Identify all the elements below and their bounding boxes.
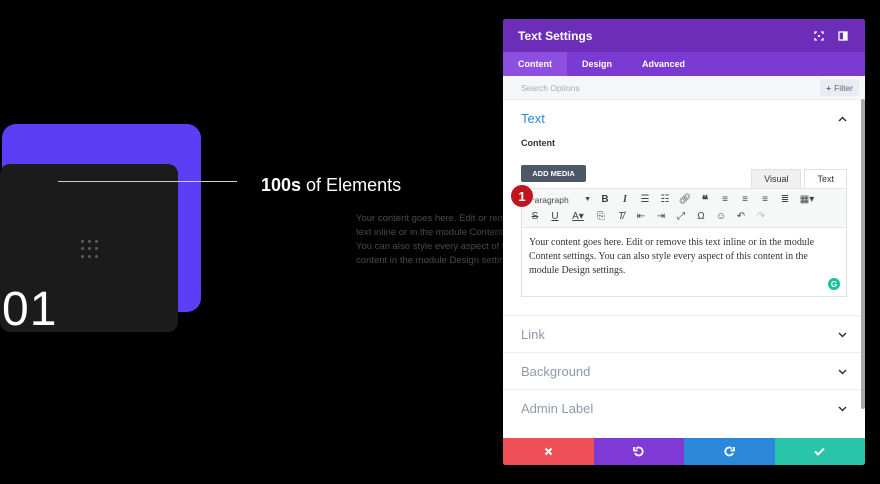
emoji-icon[interactable]: ☺ [712, 209, 730, 225]
tab-design[interactable]: Design [567, 52, 627, 76]
heading-rest: of Elements [301, 175, 402, 195]
chevron-down-icon[interactable] [838, 399, 847, 417]
paste-text-icon[interactable]: ⎘ [592, 209, 610, 225]
special-char-icon[interactable]: Ω [692, 209, 710, 225]
redo-icon [724, 446, 735, 457]
expand-icon[interactable] [812, 29, 826, 43]
redo-icon[interactable]: ↷ [752, 209, 770, 225]
grammarly-icon[interactable]: G [828, 278, 840, 290]
filter-label: Filter [834, 82, 853, 93]
body-line: Your content goes here. Edit or remove [356, 213, 506, 224]
plus-icon: + [826, 82, 832, 93]
add-media-button[interactable]: ADD MEDIA [521, 165, 586, 182]
caret-down-icon: ▼ [584, 196, 591, 203]
panel-scrollbar[interactable] [861, 99, 865, 409]
check-icon [814, 447, 825, 456]
text-section-title: Text [521, 110, 545, 126]
tab-content[interactable]: Content [503, 52, 567, 76]
bold-icon[interactable]: B [596, 192, 614, 208]
big-number: 01 [2, 283, 58, 336]
undo-icon[interactable]: ↶ [732, 209, 750, 225]
undo-button[interactable] [593, 438, 684, 465]
outdent-icon[interactable]: ⇤ [632, 209, 650, 225]
panel-title: Text Settings [518, 28, 593, 43]
chevron-down-icon[interactable] [838, 362, 847, 380]
link-section-title: Link [521, 326, 545, 342]
sidebar-toggle-icon[interactable] [836, 29, 850, 43]
link-section-header[interactable]: Link [503, 315, 865, 352]
editor-content[interactable]: Your content goes here. Edit or remove t… [522, 228, 846, 286]
link-icon[interactable]: 🔗︎ [676, 192, 694, 208]
chevron-up-icon[interactable] [838, 109, 847, 127]
body-line: text inline or in the module Content se [356, 227, 506, 238]
editor-toolbar: Paragraph ▼ B I ☰ ☷ 🔗︎ ❝ ≡ ≡ ≡ ≣ ▦▾ S U … [522, 189, 846, 228]
save-button[interactable] [774, 438, 865, 465]
chevron-down-icon[interactable] [838, 325, 847, 343]
preview-heading[interactable]: 100s of Elements [261, 175, 401, 196]
text-color-icon[interactable]: A▾ [566, 209, 590, 225]
editor-mode-tabs: Visual Text [748, 169, 847, 188]
body-line: content in the module Design settings. [356, 255, 506, 266]
heading-bold: 100s [261, 175, 302, 195]
divider-line [58, 181, 237, 182]
italic-icon[interactable]: I [616, 192, 634, 208]
align-left-icon[interactable]: ≡ [716, 192, 734, 208]
preview-body-text[interactable]: Your content goes here. Edit or remove t… [356, 212, 506, 272]
tab-advanced[interactable]: Advanced [627, 52, 700, 76]
cancel-button[interactable] [503, 438, 594, 465]
rich-text-editor: 1 Paragraph ▼ B I ☰ ☷ 🔗︎ ❝ ≡ ≡ ≡ ≣ ▦▾ S … [510, 184, 847, 297]
panel-footer [503, 438, 865, 465]
text-section-header[interactable]: Text [521, 100, 847, 136]
filter-button[interactable]: + Filter [820, 79, 859, 96]
editor-top-bar: ADD MEDIA Visual Text [521, 148, 847, 188]
body-line: You can also style every aspect of this [356, 241, 506, 252]
format-select[interactable]: Paragraph ▼ [526, 195, 594, 205]
background-section-header[interactable]: Background [503, 352, 865, 389]
align-right-icon[interactable]: ≡ [756, 192, 774, 208]
fullscreen-icon[interactable]: ⤢ [672, 209, 690, 225]
text-section: Text Content ADD MEDIA Visual Text 1 Par… [503, 100, 865, 315]
content-label: Content [521, 138, 555, 148]
search-options-input[interactable]: Search Options [521, 83, 820, 93]
search-row: Search Options + Filter [503, 76, 865, 100]
text-settings-panel: Text Settings Content Design Advanced Se… [503, 19, 865, 465]
numbered-list-icon[interactable]: ☷ [656, 192, 674, 208]
underline-icon[interactable]: U [546, 209, 564, 225]
indent-icon[interactable]: ⇥ [652, 209, 670, 225]
align-justify-icon[interactable]: ≣ [776, 192, 794, 208]
tab-text[interactable]: Text [804, 169, 847, 188]
tab-visual[interactable]: Visual [751, 169, 802, 188]
clear-formatting-icon[interactable]: T̸ [612, 209, 630, 225]
settings-tabs: Content Design Advanced [503, 52, 865, 76]
admin-label-section-title: Admin Label [521, 400, 594, 416]
table-icon[interactable]: ▦▾ [796, 192, 818, 208]
align-center-icon[interactable]: ≡ [736, 192, 754, 208]
drag-handle-icon[interactable] [81, 240, 99, 258]
strikethrough-icon[interactable]: S [526, 209, 544, 225]
panel-header[interactable]: Text Settings [503, 19, 865, 52]
step-badge: 1 [510, 184, 534, 208]
blockquote-icon[interactable]: ❝ [696, 192, 714, 208]
background-section-title: Background [521, 363, 591, 379]
close-icon [544, 447, 552, 456]
format-select-value: Paragraph [529, 194, 569, 205]
admin-label-section-header[interactable]: Admin Label [503, 389, 865, 426]
redo-button[interactable] [684, 438, 775, 465]
bullet-list-icon[interactable]: ☰ [636, 192, 654, 208]
undo-icon [633, 446, 644, 457]
